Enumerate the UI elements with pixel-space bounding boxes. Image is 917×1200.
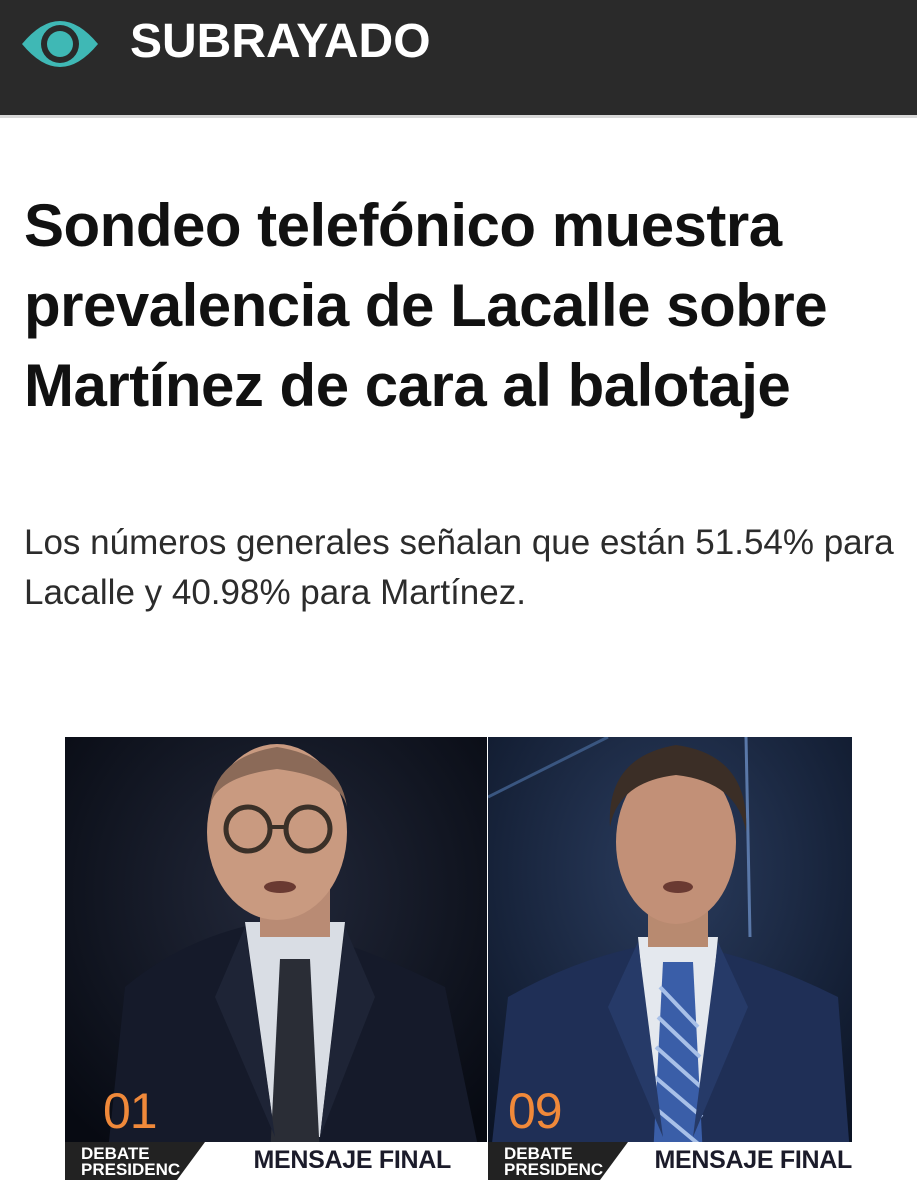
podium-number: 09: [508, 1083, 563, 1139]
debate-tag: DEBATE PRESIDENCIAL: [488, 1142, 628, 1180]
podium-number: 01: [103, 1083, 158, 1139]
caption-mensaje-final: MENSAJE FINAL: [654, 1146, 852, 1174]
debate-tag-label: DEBATE PRESIDENCIAL: [504, 1146, 604, 1178]
candidate-photo-martinez: 01 DEBATE PRESIDENCIAL MENSAJE FINAL: [65, 737, 487, 1180]
eye-logo-icon[interactable]: [18, 2, 102, 86]
brand-name[interactable]: SUBRAYADO: [130, 14, 431, 69]
caption-mensaje-final: MENSAJE FINAL: [253, 1146, 451, 1174]
debate-tag-label: DEBATE PRESIDENCIAL: [81, 1146, 181, 1178]
article-lede: Los números generales señalan que están …: [24, 523, 894, 612]
debate-tag: DEBATE PRESIDENCIAL: [65, 1142, 205, 1180]
lower-third: DEBATE PRESIDENCIAL MENSAJE FINAL: [488, 1142, 852, 1180]
top-bar: SUBRAYADO: [0, 0, 917, 118]
article-headline: Sondeo telefónico muestra prevalencia de…: [24, 192, 828, 419]
lower-third: DEBATE PRESIDENCIAL MENSAJE FINAL: [65, 1142, 487, 1180]
candidate-photo-lacalle: 09 DEBATE PRESIDENCIAL MENSAJE FINAL: [488, 737, 852, 1180]
